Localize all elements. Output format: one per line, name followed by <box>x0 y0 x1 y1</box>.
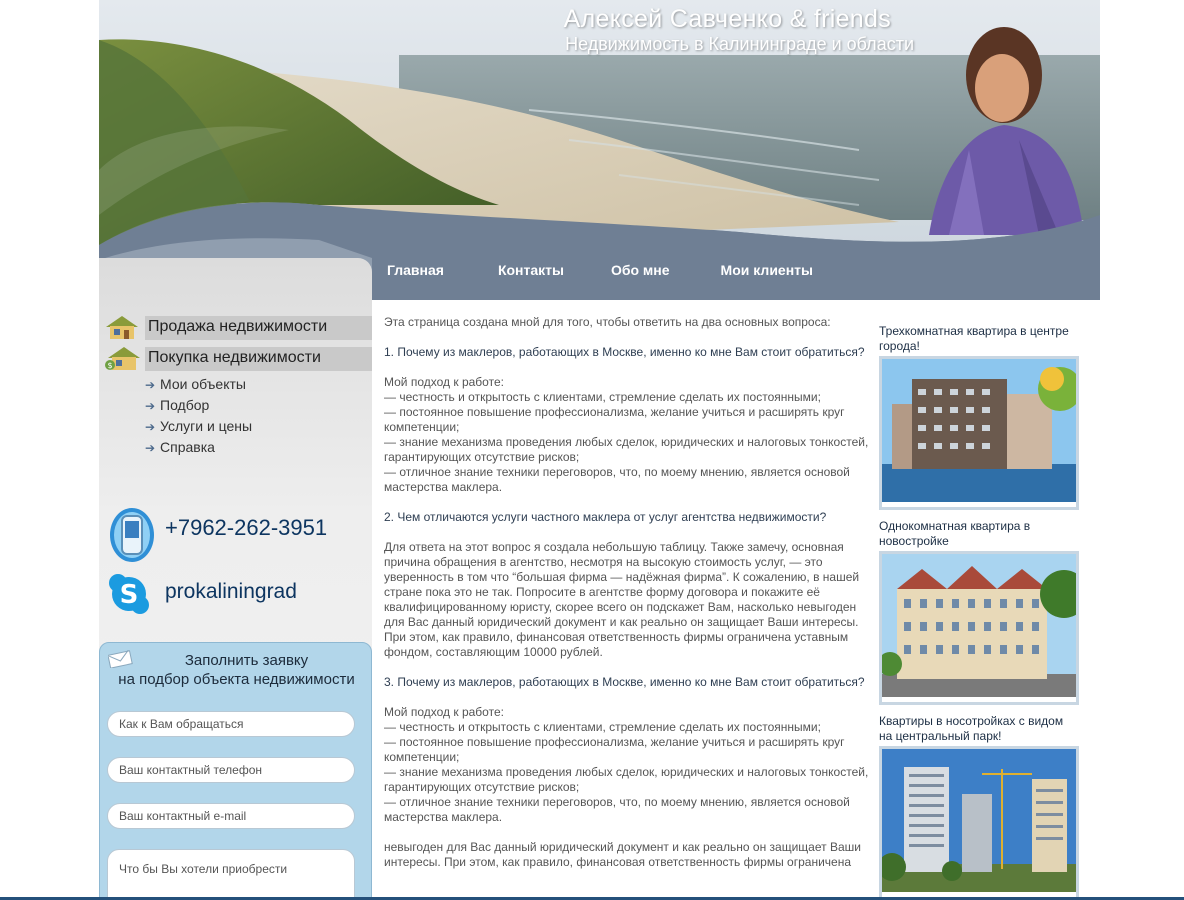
answer-1: Мой подход к работе: — честность и откры… <box>384 375 869 494</box>
listing-caption[interactable]: Квартиры в носотройках с видом на центра… <box>879 714 1079 744</box>
arrow-right-icon: ➔ <box>145 420 156 434</box>
listing-card[interactable]: Трехкомнатная квартира в центре города! <box>879 324 1082 510</box>
request-form: Заполнить заявку на подбор объекта недви… <box>99 642 372 900</box>
form-title: Заполнить заявку на подбор объекта недви… <box>118 652 355 688</box>
skype-icon: S <box>109 574 149 614</box>
arrow-right-icon: ➔ <box>145 378 156 392</box>
site-title: Алексей Савченко & friends <box>563 5 891 33</box>
tail-text: невыгоден для Вас данный юридический док… <box>384 840 861 869</box>
question-2: 2. Чем отличаются услуги частного маклер… <box>384 510 827 524</box>
main-nav: Главная Контакты Обо мне Мои клиенты <box>372 256 813 286</box>
submenu-selection[interactable]: ➔ Подбор <box>145 397 345 413</box>
site-subtitle: Недвижимость в Калининграде и области <box>565 34 914 54</box>
nav-clients[interactable]: Мои клиенты <box>721 256 813 286</box>
answer-3: Мой подход к работе: — честность и откры… <box>384 705 869 824</box>
nav-about[interactable]: Обо мне <box>611 256 670 286</box>
svg-text:S: S <box>120 580 139 610</box>
listing-caption[interactable]: Однокомнатная квартира в новостройке <box>879 519 1079 549</box>
answer-2: Для ответа на этот вопрос я создала небо… <box>384 540 860 659</box>
name-input[interactable]: Как к Вам обращаться <box>107 711 355 737</box>
listing-photo[interactable] <box>878 746 1079 900</box>
arrow-right-icon: ➔ <box>145 399 156 413</box>
nav-contacts[interactable]: Контакты <box>498 256 564 286</box>
mobile-phone-icon <box>110 508 154 562</box>
house-icon <box>106 316 138 339</box>
sidebar-item-sale[interactable]: Продажа недвижимости <box>99 314 372 340</box>
header-banner: Алексей Савченко & friends Недвижимость … <box>99 0 1100 300</box>
submenu-services-prices[interactable]: ➔ Услуги и цены <box>145 418 345 434</box>
listing-photo[interactable] <box>878 551 1088 705</box>
listing-photo[interactable] <box>879 356 1082 510</box>
email-input[interactable]: Ваш контактный e-mail <box>107 803 355 829</box>
question-1: 1. Почему из маклеров, работающих в Моск… <box>384 345 865 359</box>
listing-card[interactable]: Квартиры в носотройках с видом на центра… <box>878 714 1079 900</box>
sidebar-item-label: Продажа недвижимости <box>145 316 372 340</box>
house-money-icon: $ <box>105 347 140 370</box>
nav-home[interactable]: Главная <box>387 256 444 286</box>
sidebar-item-purchase[interactable]: $ Покупка недвижимости <box>99 345 372 371</box>
listing-card[interactable]: Однокомнатная квартира в новостройке <box>878 519 1088 705</box>
arrow-right-icon: ➔ <box>145 441 156 455</box>
phone-input[interactable]: Ваш контактный телефон <box>107 757 355 783</box>
intro-text: Эта страница создана мной для того, чтоб… <box>384 315 831 329</box>
sidebar-item-label: Покупка недвижимости <box>145 347 372 371</box>
sidebar: Продажа недвижимости $ Покупка недвижимо… <box>99 258 372 900</box>
question-3: 3. Почему из маклеров, работающих в Моск… <box>384 675 865 689</box>
wish-textarea[interactable]: Что бы Вы хотели приобрести <box>107 849 355 900</box>
submenu-reference[interactable]: ➔ Справка <box>145 439 345 455</box>
submenu-my-objects[interactable]: ➔ Мои объекты <box>145 376 345 392</box>
skype-login[interactable]: prokaliningrad <box>165 580 297 604</box>
svg-text:$: $ <box>107 361 112 370</box>
listing-caption[interactable]: Трехкомнатная квартира в центре города! <box>879 324 1079 354</box>
page: Алексей Савченко & friends Недвижимость … <box>99 0 1100 900</box>
main-content: Эта страница создана мной для того, чтоб… <box>384 315 872 885</box>
phone-number[interactable]: +7962-262-3951 <box>165 515 327 541</box>
